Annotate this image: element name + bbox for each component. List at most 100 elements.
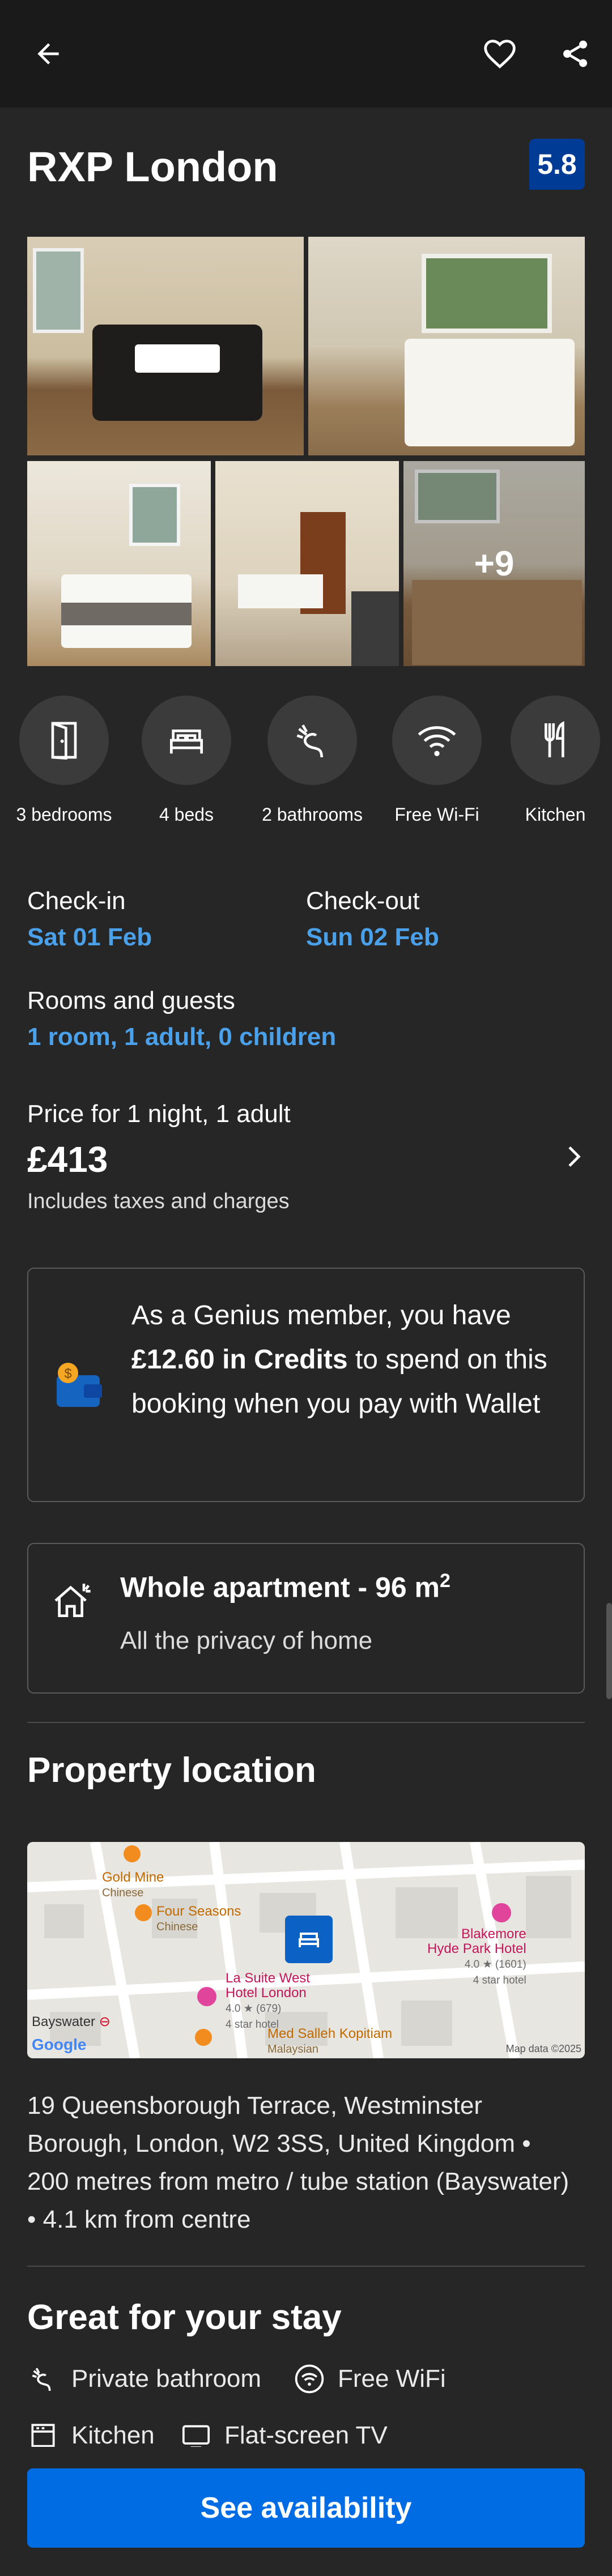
poi-name: La Suite West [226, 1971, 310, 1986]
bed-icon [299, 1933, 319, 1947]
more-photos-count: +9 [403, 461, 585, 666]
restaurant-pin-icon [195, 2029, 212, 2046]
poi-name: Blakemore [461, 1926, 526, 1942]
gallery-photo-1[interactable] [27, 237, 304, 455]
amenity-label: Free Wi-Fi [394, 804, 479, 825]
share-button[interactable] [552, 31, 598, 76]
poi-sub: Chinese [102, 1887, 144, 1899]
bed-icon [170, 730, 203, 754]
map-poi-med-salleh[interactable]: Med Salleh Kopitiam Malaysian [267, 2027, 392, 2057]
divider [27, 1722, 585, 1723]
scrollbar[interactable] [606, 1603, 612, 1699]
station-name: Bayswater [32, 2014, 96, 2029]
feature-private-bathroom: Private bathroom [27, 2363, 261, 2395]
share-icon [563, 40, 587, 67]
gallery-photo-5[interactable]: +9 [403, 461, 585, 666]
amenity-label: Kitchen [525, 804, 586, 825]
map-station-bayswater[interactable]: Bayswater ⊖ [32, 2015, 110, 2029]
gallery-photo-4[interactable] [215, 461, 399, 666]
feature-label: Flat-screen TV [224, 2421, 388, 2449]
fork-knife-icon [545, 721, 564, 757]
amenity-beds: 4 beds [130, 696, 243, 825]
checkout-block[interactable]: Check-out Sun 02 Feb [306, 887, 439, 952]
price-note: Includes taxes and charges [27, 1189, 290, 1213]
poi-rating: 4.0 ★ (679) [226, 2003, 282, 2015]
map-poi-gold-mine[interactable]: Gold Mine Chinese [102, 1870, 164, 1900]
wallet-icon: $ [57, 1363, 102, 1407]
guests-label: Rooms and guests [27, 987, 235, 1014]
restaurant-pin-icon [135, 1904, 152, 1921]
location-title: Property location [27, 1751, 316, 1790]
chevron-right-icon [568, 1146, 581, 1167]
arrow-left-icon [37, 43, 59, 65]
checkout-label: Check-out [306, 887, 420, 915]
price-label: Price for 1 night, 1 adult [27, 1100, 291, 1128]
poi-sub: Malaysian [267, 2043, 319, 2055]
property-address: 19 Queensborough Terrace, Westminster Bo… [27, 2092, 570, 2233]
tube-icon: ⊖ [99, 2014, 110, 2029]
poi-name-2: Hotel London [226, 1985, 307, 2001]
checkin-date[interactable]: Sat 01 Feb [27, 923, 152, 952]
heart-outline-icon [484, 40, 516, 69]
apartment-card: Whole apartment - 96 m2 All the privacy … [27, 1543, 585, 1694]
wifi-icon [418, 726, 456, 756]
divider [27, 2266, 585, 2267]
map-poi-blakemore[interactable]: Blakemore Hyde Park Hotel 4.0 ★ (1601) 4 st… [427, 1927, 526, 1988]
shower-icon [32, 2368, 51, 2391]
map-poi-la-suite[interactable]: La Suite West Hotel London 4.0 ★ (679) 4 st… [226, 1971, 310, 2032]
genius-text: As a Genius member, you have £12.60 in C… [131, 1294, 568, 1426]
poi-star: 4 star hotel [473, 1974, 526, 1986]
amenity-label: 4 beds [159, 804, 214, 825]
guests-block[interactable]: Rooms and guests 1 room, 1 adult, 0 chil… [27, 987, 336, 1051]
property-map-marker[interactable] [285, 1916, 333, 1963]
stay-title: Great for your stay [27, 2298, 342, 2337]
checkout-date[interactable]: Sun 02 Feb [306, 923, 439, 952]
hotel-pin-icon [197, 1987, 216, 2006]
svg-text:$: $ [64, 1366, 71, 1381]
poi-rating: 4.0 ★ (1601) [464, 1959, 526, 1971]
amenity-label: 2 bathrooms [262, 804, 363, 825]
map-attribution: Map data ©2025 [505, 2043, 581, 2054]
google-logo: Google [32, 2036, 87, 2053]
restaurant-pin-icon [124, 1845, 141, 1862]
genius-credits-card[interactable]: $ As a Genius member, you have £12.60 in… [27, 1268, 585, 1502]
checkin-label: Check-in [27, 887, 126, 915]
genius-text-before: As a Genius member, you have [131, 1300, 511, 1330]
feature-label: Kitchen [71, 2421, 155, 2449]
gallery-photo-2[interactable] [308, 237, 585, 455]
hotel-pin-icon [492, 1903, 511, 1922]
amenity-label: 3 bedrooms [16, 804, 112, 825]
favorite-button[interactable] [477, 31, 522, 76]
door-icon [51, 722, 77, 760]
top-app-bar [0, 0, 612, 108]
poi-name: Gold Mine [102, 1870, 164, 1885]
see-availability-button[interactable]: See availability [27, 2468, 585, 2548]
genius-credits-amount: £12.60 in Credits [131, 1345, 348, 1375]
location-map[interactable]: Gold Mine Chinese Four Seasons Chinese La … [27, 1842, 585, 2058]
checkin-block[interactable]: Check-in Sat 01 Feb [27, 887, 152, 952]
poi-name: Med Salleh Kopitiam [267, 2026, 393, 2041]
feature-label: Private bathroom [71, 2365, 262, 2392]
back-button[interactable] [26, 31, 71, 76]
feature-label: Free WiFi [338, 2365, 446, 2392]
wifi-circle-icon [295, 2364, 324, 2394]
feature-free-wifi: Free WiFi [294, 2363, 446, 2395]
apartment-size-unit: 2 [440, 1570, 450, 1592]
apartment-subtitle: All the privacy of home [120, 1627, 373, 1654]
review-score-badge[interactable]: 5.8 [529, 139, 585, 190]
map-poi-four-seasons[interactable]: Four Seasons Chinese [156, 1904, 241, 1934]
shower-icon [296, 724, 323, 758]
price-value: £413 [27, 1139, 108, 1180]
guests-value[interactable]: 1 room, 1 adult, 0 children [27, 1023, 336, 1051]
amenity-wifi: Free Wi-Fi [380, 696, 494, 825]
poi-name-2: Hyde Park Hotel [427, 1941, 526, 1956]
property-name: RXP London [27, 143, 278, 190]
poi-name: Four Seasons [156, 1904, 241, 1919]
amenity-bathrooms: 2 bathrooms [256, 696, 369, 825]
poi-sub: Chinese [156, 1921, 198, 1933]
apartment-size: Whole apartment - 96 m [120, 1571, 440, 1603]
gallery-photo-3[interactable] [27, 461, 211, 666]
price-row[interactable]: Price for 1 night, 1 adult £413 Includes… [27, 1100, 585, 1225]
house-icon [54, 1584, 91, 1617]
amenity-kitchen: Kitchen [499, 696, 612, 825]
